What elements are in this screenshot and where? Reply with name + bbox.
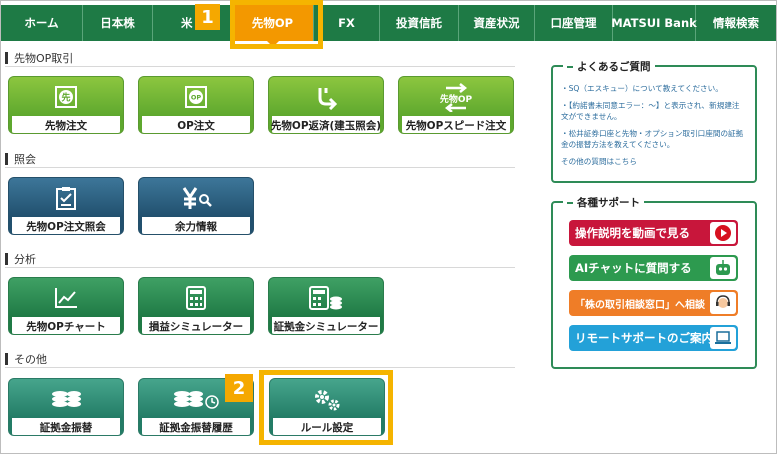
svg-text:先物OP: 先物OP xyxy=(440,93,473,105)
tile-futures-op-settle[interactable]: 先物OP返済(建玉照会) xyxy=(268,76,384,134)
global-nav: ホーム 日本株 米 先物OP FX 投資信託 資産状況 口座管理 MATSUI … xyxy=(1,5,776,47)
tile-label: 先物OP注文照会 xyxy=(12,217,120,234)
tile-rule-settings[interactable]: ルール設定 xyxy=(269,378,385,436)
laptop-icon xyxy=(710,327,736,349)
tile-label: 先物OPスピード注文 xyxy=(402,116,510,133)
coins-icon xyxy=(52,390,81,407)
support-title: 各種サポート xyxy=(563,195,644,210)
faq-link[interactable]: ・SQ（エスキュー）について教えてください。 xyxy=(561,83,747,94)
tile-pl-simulator[interactable]: 損益シミュレーター xyxy=(138,277,254,335)
faq-link[interactable]: ・松井証券口座と先物・オプション取引口座間の証拠金の振替方法を教えてください。 xyxy=(561,128,747,150)
tile-label: 余力情報 xyxy=(142,217,250,234)
video-guide-button[interactable]: 操作説明を動画で見る xyxy=(569,220,738,246)
tile-margin-simulator[interactable]: 証拠金シミュレーター xyxy=(268,277,384,335)
remote-support-button[interactable]: リモートサポートのご案内 xyxy=(569,325,738,351)
tile-margin-transfer[interactable]: 証拠金振替 xyxy=(8,378,124,436)
faq-link[interactable]: ・【約諾書未同意エラー：～】と表示され、新規建注文ができません。 xyxy=(561,100,747,122)
support-panel: 各種サポート 操作説明を動画で見る AIチャットに質問する 「株の取引相談窓口」… xyxy=(551,195,757,369)
section-heading-trading: 先物OP取引 xyxy=(5,49,515,67)
faq-more-link[interactable]: その他の質問はこちら xyxy=(561,156,747,167)
tile-label: 証拠金振替 xyxy=(12,418,120,435)
step-badge-2: 2 xyxy=(225,374,253,402)
tile-futures-op-chart[interactable]: 先物OPチャート xyxy=(8,277,124,335)
tile-label: 先物OP返済(建玉照会) xyxy=(271,116,381,133)
step-badge-1: 1 xyxy=(195,4,220,30)
nav-futures-op[interactable]: 先物OP xyxy=(232,5,314,47)
tile-futures-order[interactable]: 先 先物注文 xyxy=(8,76,124,134)
nav-matsui-bank[interactable]: MATSUI Bank xyxy=(611,5,697,41)
nav-mutual-funds[interactable]: 投資信託 xyxy=(380,5,459,41)
tile-futures-op-speed[interactable]: 先物OP 先物OPスピード注文 xyxy=(398,76,514,134)
nav-assets[interactable]: 資産状況 xyxy=(459,5,535,41)
consultation-button[interactable]: 「株の取引相談窓口」へ相談 xyxy=(569,290,738,316)
section-heading-other: その他 xyxy=(5,350,515,368)
calculator-coins-icon xyxy=(309,285,342,310)
speed-order-icon: 先物OP xyxy=(440,82,473,112)
section-heading-analysis: 分析 xyxy=(5,250,515,268)
svg-text:先: 先 xyxy=(61,91,70,103)
tile-label: 証拠金シミュレーター xyxy=(272,317,380,334)
svg-text:OP: OP xyxy=(191,93,202,101)
tile-label: 損益シミュレーター xyxy=(142,317,250,334)
robot-icon xyxy=(710,257,736,279)
futures-order-icon: 先 xyxy=(55,85,77,108)
section-heading-inquiry: 照会 xyxy=(5,150,515,168)
tile-futures-op-order-inquiry[interactable]: 先物OP注文照会 xyxy=(8,177,124,235)
tile-label: ルール設定 xyxy=(273,418,381,435)
tile-op-order[interactable]: OP OP注文 xyxy=(138,76,254,134)
tile-label: OP注文 xyxy=(142,116,250,133)
faq-panel: よくあるご質問 ・SQ（エスキュー）について教えてください。 ・【約諾書未同意エ… xyxy=(551,59,757,183)
faq-list: ・SQ（エスキュー）について教えてください。 ・【約諾書未同意エラー：～】と表示… xyxy=(553,83,755,167)
coins-clock-icon xyxy=(174,390,219,409)
tile-label: 証拠金振替履歴 xyxy=(142,418,250,435)
yen-search-icon xyxy=(182,186,212,209)
tile-margin-info[interactable]: 余力情報 xyxy=(138,177,254,235)
gears-icon xyxy=(315,389,340,410)
nav-info-search[interactable]: 情報検索 xyxy=(696,5,776,41)
nav-account[interactable]: 口座管理 xyxy=(535,5,613,41)
headset-icon xyxy=(710,292,736,314)
play-icon xyxy=(710,222,736,244)
tile-label: 先物注文 xyxy=(12,116,120,133)
op-order-icon: OP xyxy=(185,85,207,108)
settle-arrow-icon xyxy=(318,87,338,110)
faq-title: よくあるご質問 xyxy=(563,59,655,74)
ai-chat-button[interactable]: AIチャットに質問する xyxy=(569,255,738,281)
nav-us-stocks[interactable]: 米 xyxy=(153,5,232,41)
line-chart-icon xyxy=(55,287,77,308)
nav-fx[interactable]: FX xyxy=(314,5,380,41)
nav-japan-stocks[interactable]: 日本株 xyxy=(83,5,153,41)
tile-label: 先物OPチャート xyxy=(12,317,120,334)
calculator-icon xyxy=(186,285,206,310)
nav-home[interactable]: ホーム xyxy=(1,5,83,41)
clipboard-icon xyxy=(56,186,76,210)
